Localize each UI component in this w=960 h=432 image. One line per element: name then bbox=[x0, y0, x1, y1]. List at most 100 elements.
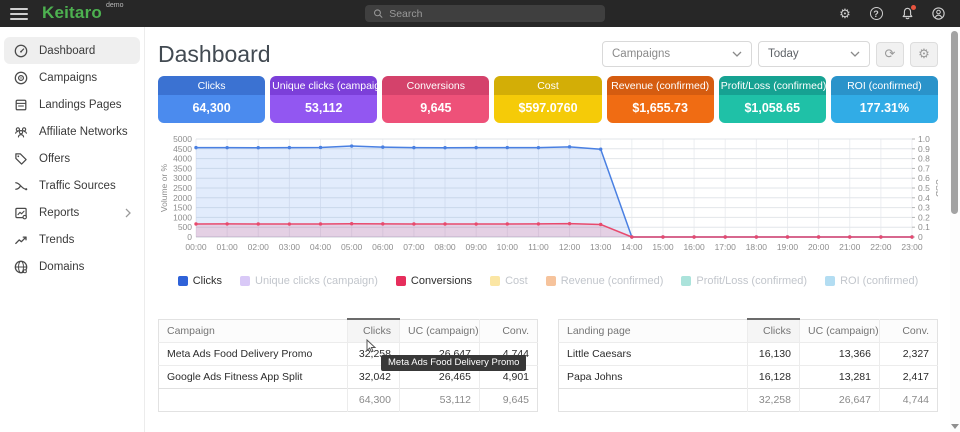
column-header-campaign[interactable]: Campaign bbox=[159, 319, 348, 343]
stat-card-unique-clicks[interactable]: Unique clicks (campaign)53,112 bbox=[270, 76, 377, 123]
legend-swatch bbox=[396, 276, 406, 286]
svg-text:1500: 1500 bbox=[173, 203, 192, 213]
document-icon bbox=[13, 97, 29, 113]
svg-text:1000: 1000 bbox=[173, 212, 192, 222]
table-row[interactable]: Papa Johns16,12813,2812,417 bbox=[559, 366, 938, 389]
svg-text:0.7: 0.7 bbox=[918, 163, 930, 173]
global-search[interactable] bbox=[365, 5, 605, 22]
account-icon[interactable] bbox=[930, 6, 946, 22]
legend-label: Profit/Loss (confirmed) bbox=[696, 275, 807, 287]
stat-card-label: Cost bbox=[494, 76, 601, 95]
app-logo[interactable]: Keitarodemo bbox=[42, 4, 124, 23]
svg-text:01:00: 01:00 bbox=[216, 242, 238, 252]
page-scrollbar bbox=[950, 27, 960, 432]
scrollbar-thumb[interactable] bbox=[951, 31, 958, 214]
svg-text:22:00: 22:00 bbox=[870, 242, 892, 252]
row-value: 13,366 bbox=[800, 343, 880, 366]
refresh-button[interactable]: ⟳ bbox=[876, 42, 904, 67]
legend-item[interactable]: Cost bbox=[490, 275, 528, 287]
legend-swatch bbox=[240, 276, 250, 286]
svg-text:07:00: 07:00 bbox=[403, 242, 425, 252]
stat-card-label: Conversions bbox=[382, 76, 489, 95]
svg-text:09:00: 09:00 bbox=[466, 242, 488, 252]
svg-text:0.4: 0.4 bbox=[918, 193, 930, 203]
scroll-down-arrow-icon[interactable] bbox=[951, 424, 959, 429]
svg-text:4000: 4000 bbox=[173, 154, 192, 164]
sidebar-item-label: Landings Pages bbox=[39, 99, 121, 111]
legend-item[interactable]: Profit/Loss (confirmed) bbox=[681, 275, 807, 287]
sidebar-item-campaigns[interactable]: Campaigns bbox=[4, 64, 140, 91]
svg-text:23:00: 23:00 bbox=[901, 242, 923, 252]
globe-icon bbox=[13, 259, 29, 275]
total-value: 4,744 bbox=[880, 389, 938, 412]
sidebar-item-landings-pages[interactable]: Landings Pages bbox=[4, 91, 140, 118]
column-header-uc-campaign[interactable]: UC (campaign) bbox=[400, 319, 480, 343]
sidebar-item-label: Trends bbox=[39, 234, 74, 246]
column-header-landing-page[interactable]: Landing page bbox=[559, 319, 748, 343]
stat-card-conversions[interactable]: Conversions9,645 bbox=[382, 76, 489, 123]
total-value: 9,645 bbox=[480, 389, 538, 412]
column-header-conv[interactable]: Conv. bbox=[880, 319, 938, 343]
column-header-uc-campaign[interactable]: UC (campaign) bbox=[800, 319, 880, 343]
search-icon bbox=[373, 8, 383, 19]
menu-toggle-icon[interactable] bbox=[10, 8, 28, 20]
traffic-chart: 0500100015002000250030003500400045005000… bbox=[158, 134, 938, 261]
stat-card-revenue[interactable]: Revenue (confirmed)$1,655.73 bbox=[607, 76, 714, 123]
settings-icon[interactable]: ⚙ bbox=[837, 6, 853, 22]
svg-text:4500: 4500 bbox=[173, 144, 192, 154]
sidebar-item-label: Campaigns bbox=[39, 72, 97, 84]
legend-label: Cost bbox=[505, 275, 528, 287]
branch-icon bbox=[13, 178, 29, 194]
chevron-down-icon bbox=[732, 51, 742, 57]
svg-text:0.3: 0.3 bbox=[918, 203, 930, 213]
chevron-right-icon bbox=[125, 208, 131, 218]
svg-text:04:00: 04:00 bbox=[310, 242, 332, 252]
table-row[interactable]: Little Caesars16,13013,3662,327 bbox=[559, 343, 938, 366]
svg-text:Volume or %: Volume or % bbox=[159, 163, 169, 212]
sidebar-item-trends[interactable]: Trends bbox=[4, 226, 140, 253]
stat-card-clicks[interactable]: Clicks64,300 bbox=[158, 76, 265, 123]
sidebar-item-dashboard[interactable]: Dashboard bbox=[4, 37, 140, 64]
tag-icon bbox=[13, 151, 29, 167]
sidebar-item-domains[interactable]: Domains bbox=[4, 253, 140, 280]
row-value: 2,417 bbox=[880, 366, 938, 389]
svg-text:0.8: 0.8 bbox=[918, 154, 930, 164]
svg-text:5000: 5000 bbox=[173, 134, 192, 144]
column-header-conv[interactable]: Conv. bbox=[480, 319, 538, 343]
row-value: 16,128 bbox=[748, 366, 800, 389]
date-range-value: Today bbox=[768, 48, 799, 60]
help-icon[interactable]: ? bbox=[868, 6, 884, 22]
total-value: 26,647 bbox=[800, 389, 880, 412]
stat-card-cost[interactable]: Cost$597.0760 bbox=[494, 76, 601, 123]
mouse-cursor bbox=[366, 339, 380, 354]
notifications-icon[interactable] bbox=[899, 6, 915, 22]
legend-item[interactable]: ROI (confirmed) bbox=[825, 275, 918, 287]
legend-item[interactable]: Unique clicks (campaign) bbox=[240, 275, 378, 287]
legend-item[interactable]: Clicks bbox=[178, 275, 222, 287]
chart-canvas: 0500100015002000250030003500400045005000… bbox=[158, 134, 938, 256]
dashboard-settings-button[interactable]: ⚙ bbox=[910, 42, 938, 67]
sidebar-item-offers[interactable]: Offers bbox=[4, 145, 140, 172]
row-name: Papa Johns bbox=[559, 366, 748, 389]
column-header-clicks[interactable]: Clicks bbox=[748, 319, 800, 343]
svg-text:3000: 3000 bbox=[173, 173, 192, 183]
sidebar-item-reports[interactable]: Reports bbox=[4, 199, 140, 226]
legend-swatch bbox=[546, 276, 556, 286]
date-range-select[interactable]: Today bbox=[758, 41, 870, 67]
campaign-filter-select[interactable]: Campaigns bbox=[602, 41, 752, 67]
legend-item[interactable]: Conversions bbox=[396, 275, 472, 287]
svg-text:1.0: 1.0 bbox=[918, 134, 930, 144]
legend-item[interactable]: Revenue (confirmed) bbox=[546, 275, 664, 287]
svg-text:2500: 2500 bbox=[173, 183, 192, 193]
sidebar-item-affiliate-networks[interactable]: Affiliate Networks bbox=[4, 118, 140, 145]
search-input[interactable] bbox=[389, 8, 597, 20]
legend-label: Revenue (confirmed) bbox=[561, 275, 664, 287]
svg-text:05:00: 05:00 bbox=[341, 242, 363, 252]
row-tooltip: Meta Ads Food Delivery Promo bbox=[381, 355, 526, 371]
logo-demo-badge: demo bbox=[106, 2, 124, 9]
stat-card-profit-loss[interactable]: Profit/Loss (confirmed)$1,058.65 bbox=[719, 76, 826, 123]
stat-cards-row: Clicks64,300Unique clicks (campaign)53,1… bbox=[158, 76, 938, 123]
sidebar-item-traffic-sources[interactable]: Traffic Sources bbox=[4, 172, 140, 199]
svg-text:21:00: 21:00 bbox=[839, 242, 861, 252]
stat-card-roi[interactable]: ROI (confirmed)177.31% bbox=[831, 76, 938, 123]
